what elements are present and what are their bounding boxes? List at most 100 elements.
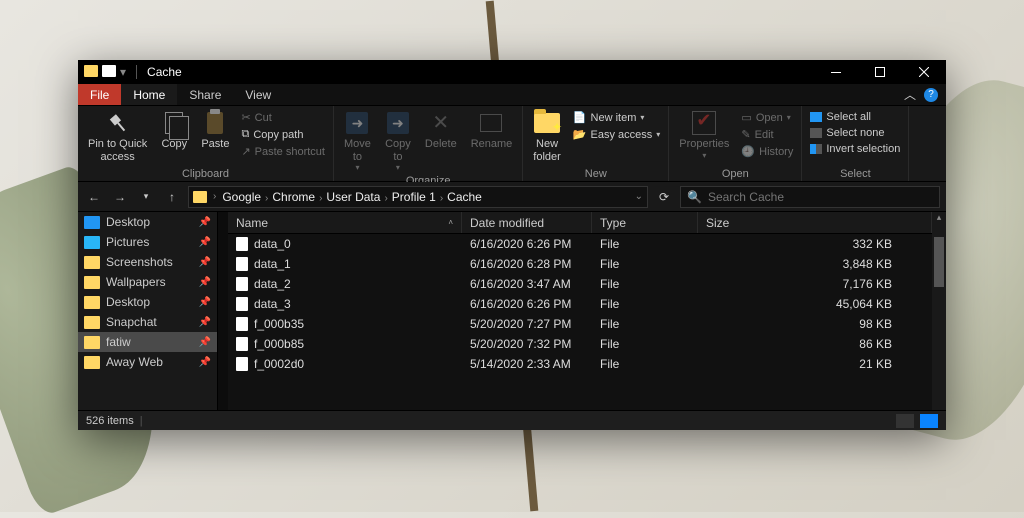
copy-to-button[interactable]: ➜Copy to▾ [379, 108, 417, 174]
file-type: File [592, 337, 698, 351]
file-size: 7,176 KB [698, 277, 932, 291]
help-icon[interactable]: ? [924, 88, 938, 102]
file-type: File [592, 257, 698, 271]
search-input[interactable] [708, 190, 933, 204]
pin-icon: 📌 [199, 317, 211, 328]
tab-share[interactable]: Share [177, 84, 233, 105]
scrollbar-thumb[interactable] [934, 237, 944, 287]
file-size: 332 KB [698, 237, 932, 251]
navigation-pane[interactable]: Desktop📌Pictures📌Screenshots📌Wallpapers📌… [78, 212, 218, 410]
new-item-button[interactable]: 📄New item▾ [569, 110, 664, 125]
breadcrumb-segment[interactable]: Profile 1 [388, 190, 440, 204]
table-row[interactable]: data_26/16/2020 3:47 AMFile7,176 KB [228, 274, 932, 294]
table-row[interactable]: f_000b855/20/2020 7:32 PMFile86 KB [228, 334, 932, 354]
invert-selection-button[interactable]: Invert selection [806, 142, 904, 156]
breadcrumb-segment[interactable]: Google [218, 190, 265, 204]
cut-button[interactable]: ✂Cut [237, 110, 329, 125]
breadcrumb-segment[interactable]: User Data [322, 190, 384, 204]
new-folder-button[interactable]: New folder [527, 108, 567, 167]
file-icon [236, 337, 248, 351]
open-button[interactable]: ▭Open▾ [737, 110, 797, 125]
group-label: Open [673, 167, 797, 181]
paste-shortcut-button[interactable]: ↗Paste shortcut [237, 144, 329, 159]
move-icon: ➜ [346, 112, 368, 134]
column-type[interactable]: Type [592, 212, 698, 233]
collapse-ribbon-icon[interactable]: ︿ [904, 86, 916, 103]
table-row[interactable]: f_0002d05/14/2020 2:33 AMFile21 KB [228, 354, 932, 374]
details-view-button[interactable] [896, 414, 914, 428]
file-size: 21 KB [698, 357, 932, 371]
delete-button[interactable]: ✕Delete [419, 108, 463, 174]
minimize-button[interactable] [814, 60, 858, 84]
table-row[interactable]: f_000b355/20/2020 7:27 PMFile98 KB [228, 314, 932, 334]
tab-view[interactable]: View [233, 84, 283, 105]
folder-icon [84, 65, 98, 77]
column-name[interactable]: Name˄ [228, 212, 462, 233]
select-none-button[interactable]: Select none [806, 126, 904, 140]
sidebar-item-label: Away Web [106, 355, 163, 369]
sidebar-item[interactable]: Wallpapers📌 [78, 272, 217, 292]
vertical-scrollbar[interactable]: ▴ [932, 212, 946, 410]
rename-icon [480, 114, 502, 132]
move-to-button[interactable]: ➜Move to▾ [338, 108, 377, 174]
forward-button[interactable]: → [110, 190, 130, 204]
file-size: 98 KB [698, 317, 932, 331]
sidebar-item[interactable]: Away Web📌 [78, 352, 217, 372]
table-row[interactable]: data_16/16/2020 6:28 PMFile3,848 KB [228, 254, 932, 274]
paste-button[interactable]: Paste [195, 108, 235, 167]
properties-icon [692, 111, 716, 135]
sidebar-item[interactable]: fatiw📌 [78, 332, 217, 352]
pin-icon: 📌 [199, 337, 211, 348]
copy-path-button[interactable]: ⧉Copy path [237, 127, 329, 142]
invert-icon [810, 144, 822, 154]
column-date[interactable]: Date modified [462, 212, 592, 233]
pin-icon: 📌 [199, 297, 211, 308]
breadcrumb-segment[interactable]: Chrome [268, 190, 319, 204]
new-item-icon: 📄 [573, 111, 587, 124]
title-bar[interactable]: ▾ Cache [78, 60, 946, 84]
column-size[interactable]: Size [698, 212, 932, 233]
sidebar-item-label: Wallpapers [106, 275, 166, 289]
edit-button[interactable]: ✎Edit [737, 127, 797, 142]
copy-button[interactable]: Copy [155, 108, 193, 167]
sidebar-item[interactable]: Pictures📌 [78, 232, 217, 252]
pin-to-quick-access-button[interactable]: Pin to Quick access [82, 108, 153, 167]
sidebar-item[interactable]: Desktop📌 [78, 292, 217, 312]
maximize-button[interactable] [858, 60, 902, 84]
explorer-window: ▾ Cache File Home Share View ︿ ? Pin to … [78, 60, 946, 430]
sidebar-scrollbar[interactable] [218, 212, 228, 410]
icons-view-button[interactable] [920, 414, 938, 428]
sidebar-item[interactable]: Desktop📌 [78, 212, 217, 232]
file-name: f_000b35 [254, 317, 304, 331]
ribbon-group-new: New folder 📄New item▾ 📂Easy access▾ New [523, 106, 669, 181]
file-date: 5/20/2020 7:27 PM [462, 317, 592, 331]
sidebar-item-label: Screenshots [106, 255, 173, 269]
history-button[interactable]: 🕘History [737, 144, 797, 159]
address-bar[interactable]: › Google›Chrome›User Data›Profile 1›Cach… [188, 186, 648, 208]
file-name: f_0002d0 [254, 357, 304, 371]
close-button[interactable] [902, 60, 946, 84]
file-size: 86 KB [698, 337, 932, 351]
group-label: New [527, 167, 664, 181]
sidebar-item[interactable]: Screenshots📌 [78, 252, 217, 272]
select-all-button[interactable]: Select all [806, 110, 904, 124]
tab-home[interactable]: Home [121, 84, 177, 105]
search-box[interactable]: 🔍 [680, 186, 940, 208]
tab-file[interactable]: File [78, 84, 121, 105]
up-button[interactable]: ↑ [162, 190, 182, 204]
rename-button[interactable]: Rename [465, 108, 519, 174]
table-row[interactable]: data_06/16/2020 6:26 PMFile332 KB [228, 234, 932, 254]
back-button[interactable]: ← [84, 190, 104, 204]
recent-locations-button[interactable]: ▾ [136, 191, 156, 202]
group-label: Clipboard [82, 167, 329, 181]
refresh-button[interactable]: ⟳ [654, 190, 674, 204]
sidebar-item[interactable]: Snapchat📌 [78, 312, 217, 332]
file-name: data_3 [254, 297, 291, 311]
properties-button[interactable]: Properties▾ [673, 108, 735, 167]
breadcrumb-segment[interactable]: Cache [443, 190, 486, 204]
file-date: 5/14/2020 2:33 AM [462, 357, 592, 371]
easy-access-button[interactable]: 📂Easy access▾ [569, 127, 664, 142]
chevron-down-icon[interactable]: ⌄ [635, 191, 643, 202]
edit-icon: ✎ [741, 128, 750, 141]
table-row[interactable]: data_36/16/2020 6:26 PMFile45,064 KB [228, 294, 932, 314]
